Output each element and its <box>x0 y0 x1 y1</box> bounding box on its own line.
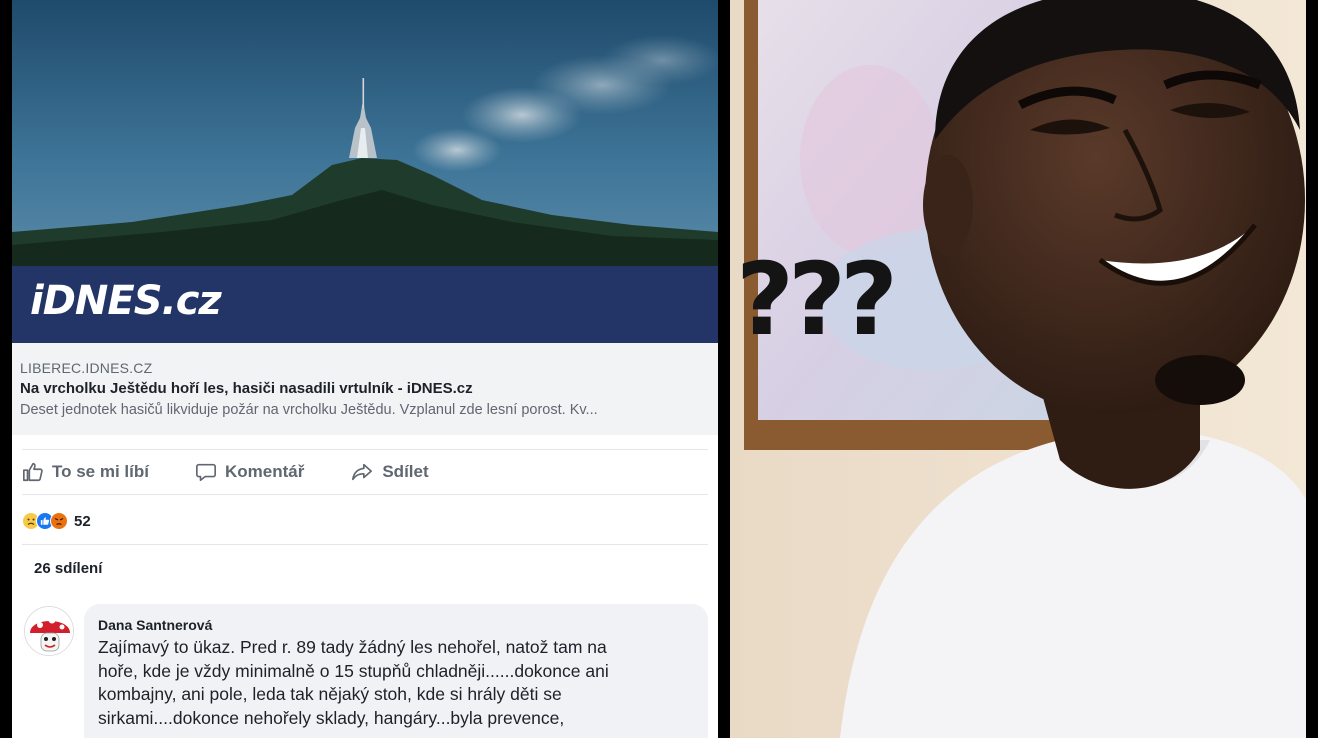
idnes-logo: iDNES.cz <box>30 278 222 324</box>
divider <box>22 449 708 450</box>
mushroom-avatar-icon <box>25 607 73 655</box>
comment-author[interactable]: Dana Santnerová <box>98 616 694 634</box>
comment-label: Komentář <box>224 462 305 481</box>
meme-photo: ??? <box>730 0 1306 738</box>
comment-text: Zajímavý to ükaz. Pred r. 89 tady žádný … <box>98 637 609 728</box>
link-preview-meta[interactable]: LIBEREC.IDNES.CZ Na vrcholku Ještědu hoř… <box>12 343 718 435</box>
share-button[interactable]: Sdílet <box>350 461 429 483</box>
share-label: Sdílet <box>382 462 429 481</box>
confused-man-photo <box>730 0 1306 738</box>
avatar[interactable] <box>24 606 74 656</box>
angry-reaction-icon <box>50 512 68 530</box>
share-arrow-icon <box>352 463 373 481</box>
like-label: To se mi líbí <box>52 462 149 481</box>
shares-count[interactable]: 26 sdílení <box>34 560 102 577</box>
comment-button[interactable]: Komentář <box>195 461 304 483</box>
speech-bubble-icon <box>195 463 216 482</box>
link-domain: LIBEREC.IDNES.CZ <box>20 360 153 376</box>
divider <box>22 544 708 545</box>
reaction-count: 52 <box>74 512 91 530</box>
post-actions-bar: To se mi líbí Komentář Sdílet <box>22 452 712 492</box>
link-title[interactable]: Na vrcholku Ještědu hoří les, hasiči nas… <box>20 378 710 400</box>
link-description: Deset jednotek hasičů likviduje požár na… <box>20 402 598 418</box>
thumbs-up-icon <box>23 462 43 482</box>
meme-caption: ??? <box>736 241 898 358</box>
divider <box>22 494 708 495</box>
brand-banner: iDNES.cz <box>12 266 718 343</box>
comment-bubble: Dana Santnerová Zajímavý to ükaz. Pred r… <box>84 604 708 738</box>
like-button[interactable]: To se mi líbí <box>22 461 149 483</box>
facebook-post: iDNES.cz LIBEREC.IDNES.CZ Na vrcholku Je… <box>12 0 718 738</box>
reactions-summary[interactable]: 52 <box>22 509 91 533</box>
